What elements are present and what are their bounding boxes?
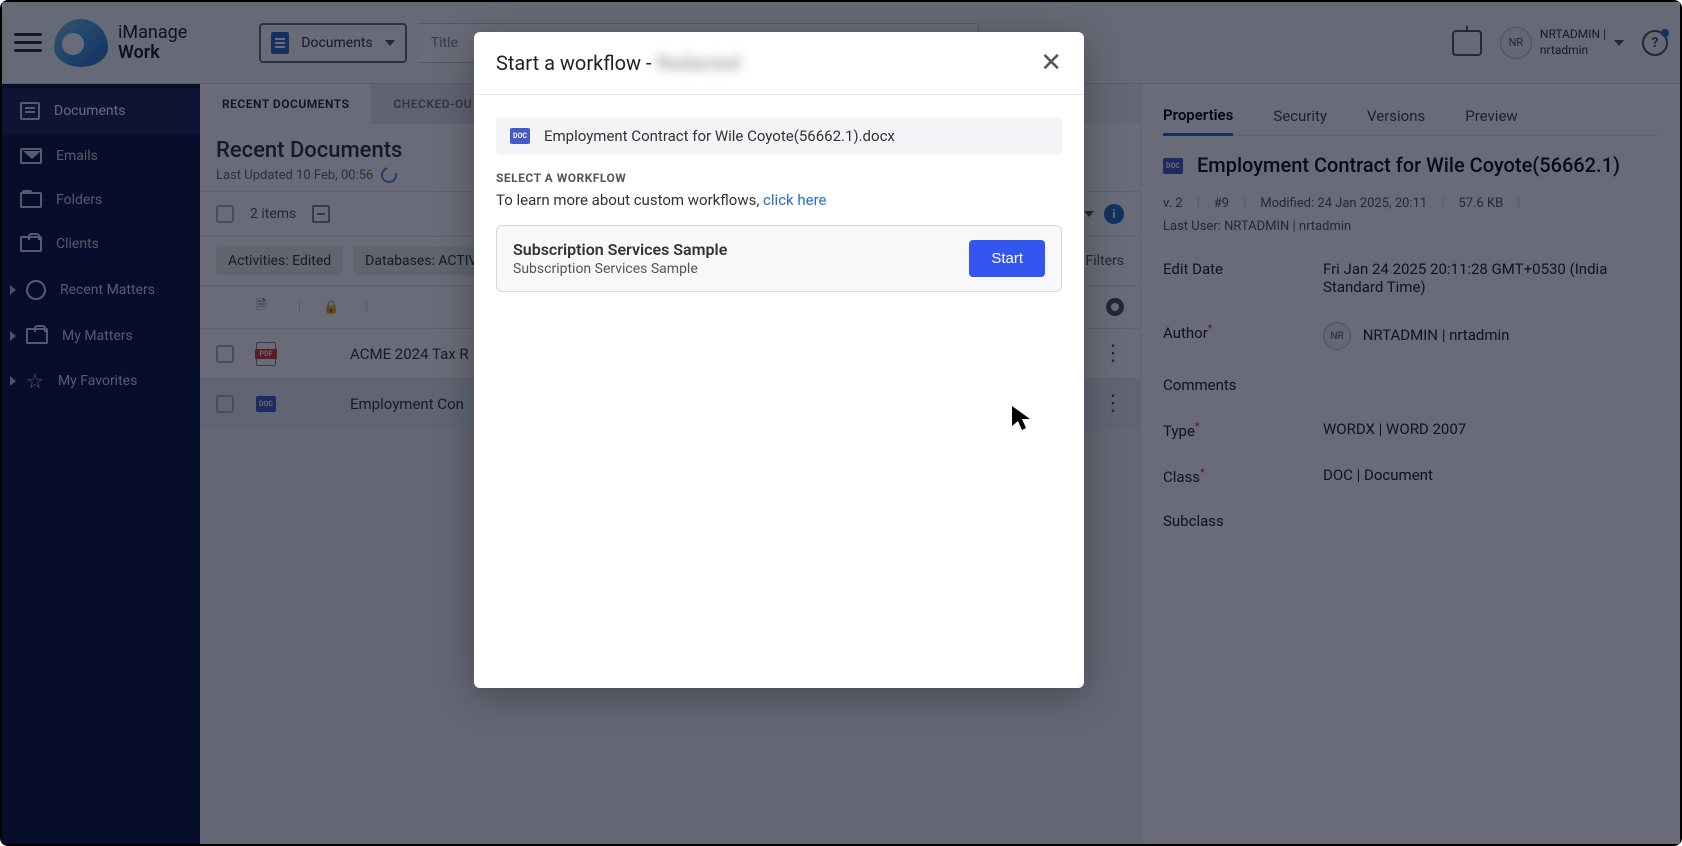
select-workflow-label: SELECT A WORKFLOW — [496, 171, 1062, 185]
start-button[interactable]: Start — [969, 240, 1045, 277]
modal-document: Employment Contract for Wile Coyote(5666… — [496, 117, 1062, 155]
workflow-title: Subscription Services Sample — [513, 240, 727, 259]
learn-more-line: To learn more about custom workflows, cl… — [496, 191, 1062, 209]
workflow-subtitle: Subscription Services Sample — [513, 261, 727, 277]
learn-more-link[interactable]: click here — [763, 191, 826, 209]
modal-document-name: Employment Contract for Wile Coyote(5666… — [544, 127, 895, 145]
start-workflow-modal: Start a workflow - Redacted ✕ Employment… — [474, 32, 1084, 688]
modal-title: Start a workflow - Redacted — [496, 51, 740, 75]
close-icon[interactable]: ✕ — [1040, 50, 1062, 76]
modal-header: Start a workflow - Redacted ✕ — [474, 32, 1084, 95]
workflow-card: Subscription Services Sample Subscriptio… — [496, 225, 1062, 292]
docx-file-icon — [510, 128, 530, 144]
modal-body: Employment Contract for Wile Coyote(5666… — [474, 95, 1084, 314]
